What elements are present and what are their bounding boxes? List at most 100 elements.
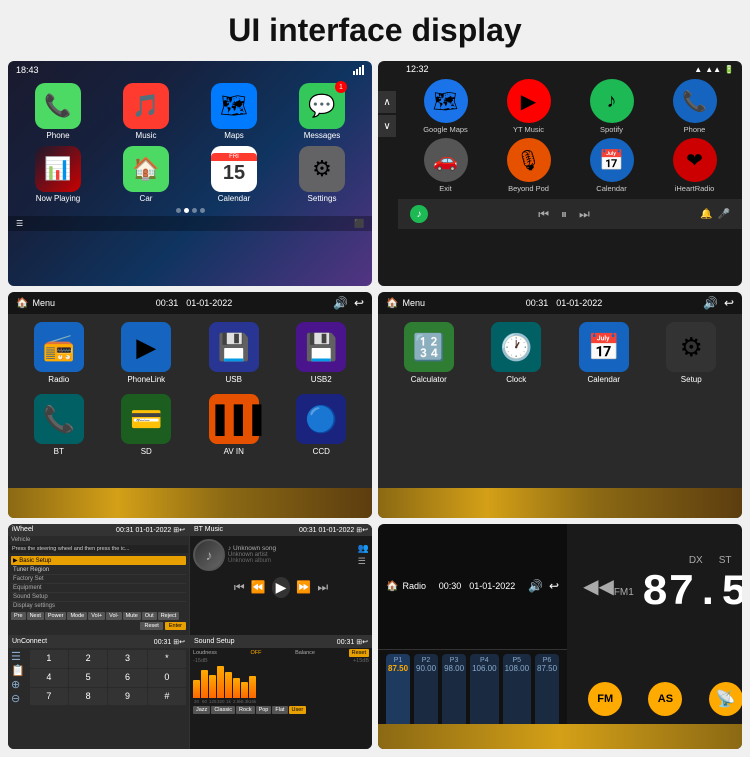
enter-b[interactable]: Enter: [165, 622, 186, 630]
volup-b[interactable]: Vol+: [88, 612, 105, 620]
bt-s-play[interactable]: ▶: [272, 577, 291, 598]
out-b[interactable]: Out: [142, 612, 157, 620]
volume-icon[interactable]: 🔊: [333, 296, 348, 310]
np-7[interactable]: 7: [30, 688, 68, 706]
rej-b[interactable]: Reject: [158, 612, 180, 620]
flat-b[interactable]: Flat: [272, 706, 287, 714]
np-6[interactable]: 6: [108, 669, 146, 687]
mode-b[interactable]: Mode: [67, 612, 87, 620]
bt-s-prev[interactable]: ⏮: [234, 580, 245, 595]
basic-setup[interactable]: ▶ Basic Setup: [11, 556, 186, 565]
menu-item-clock[interactable]: 🕐 Clock: [476, 322, 558, 384]
sound-setup-menu[interactable]: Sound Setup: [11, 593, 186, 602]
np-0[interactable]: 0: [148, 669, 186, 687]
back-icon[interactable]: ↩: [354, 296, 364, 310]
pop-b[interactable]: Pop: [256, 706, 272, 714]
menu-item-usb2[interactable]: 💾 USB2: [281, 322, 363, 384]
menu-item-ccd[interactable]: 🔵 CCD: [281, 394, 363, 456]
preset-p6[interactable]: P6 87.50: [535, 654, 559, 744]
vold-b[interactable]: Vol-: [106, 612, 121, 620]
bt-s-rw[interactable]: ⏪: [251, 580, 266, 594]
menu-item-setup[interactable]: ⚙ Setup: [651, 322, 733, 384]
preset-p4[interactable]: P4 106.00: [470, 654, 498, 744]
equipment[interactable]: Equipment: [11, 584, 186, 593]
bt-s-next[interactable]: ⏭: [317, 580, 328, 595]
jazz-b[interactable]: Jazz: [193, 706, 210, 714]
aa-nav-down[interactable]: ∨: [378, 115, 396, 137]
aa-app-ytmusic[interactable]: ▶ YT Music: [489, 79, 568, 134]
menu-item-radio[interactable]: 📻 Radio: [18, 322, 100, 384]
menu-item-sd[interactable]: 💳 SD: [106, 394, 188, 456]
display-settings[interactable]: Display settings: [11, 602, 186, 610]
np-4[interactable]: 4: [30, 669, 68, 687]
bt-s-ff[interactable]: ⏩: [296, 580, 311, 594]
skip-forward-icon[interactable]: ⏭: [579, 207, 590, 222]
reset-b[interactable]: Reset: [140, 622, 162, 630]
preset-p3[interactable]: P3 98.00: [442, 654, 466, 744]
as-btn[interactable]: AS: [648, 682, 682, 716]
next-b[interactable]: Next: [27, 612, 44, 620]
skip-back-icon[interactable]: ⏮: [538, 207, 549, 222]
factory-set[interactable]: Factory Set: [11, 575, 186, 584]
aa-app-spotify[interactable]: ♪ Spotify: [572, 79, 651, 134]
back-icon-2[interactable]: ↩: [724, 296, 734, 310]
bt-list[interactable]: ☰: [358, 556, 369, 567]
carplay-app-maps[interactable]: 🗺 Maps: [192, 83, 276, 140]
bt-contact[interactable]: 👥: [358, 543, 369, 554]
menu-item-avin[interactable]: ▐▐▐ AV IN: [193, 394, 275, 456]
preset-p1[interactable]: P1 87.50: [386, 654, 410, 744]
pause-icon[interactable]: ⏸: [561, 207, 567, 222]
seek-left-icon[interactable]: ◀◀: [583, 574, 614, 599]
rock-b[interactable]: Rock: [236, 706, 255, 714]
menu-item-calculator[interactable]: 🔢 Calculator: [388, 322, 470, 384]
scan-btn[interactable]: 📡: [709, 682, 742, 716]
preset-p2[interactable]: P2 90.00: [414, 654, 438, 744]
mini-player-bar[interactable]: ☰ ⬛: [8, 216, 372, 231]
np-hash[interactable]: #: [148, 688, 186, 706]
power-b[interactable]: Power: [45, 612, 67, 620]
menu-item-usb[interactable]: 💾 USB: [193, 322, 275, 384]
aa-app-calendar[interactable]: 📅 Calendar: [572, 138, 651, 193]
preset-p5[interactable]: P5 108.00: [503, 654, 531, 744]
np-9[interactable]: 9: [108, 688, 146, 706]
pre-b[interactable]: Pre: [11, 612, 26, 620]
np-2[interactable]: 2: [69, 650, 107, 668]
menu-item-calendar[interactable]: 📅 Calendar: [563, 322, 645, 384]
volume-icon-2[interactable]: 🔊: [703, 296, 718, 310]
carplay-app-music[interactable]: 🎵 Music: [104, 83, 188, 140]
np-star[interactable]: *: [148, 650, 186, 668]
carplay-app-phone[interactable]: 📞 Phone: [16, 83, 100, 140]
aa-app-googlemaps[interactable]: 🗺 Google Maps: [406, 79, 485, 134]
mute-b[interactable]: Mute: [123, 612, 141, 620]
menu-item-phonelink[interactable]: ▶ PhoneLink: [106, 322, 188, 384]
aa-nav-up[interactable]: ∧: [378, 91, 396, 113]
carplay-app-settings[interactable]: ⚙ Settings: [280, 146, 364, 203]
radio-back-icon[interactable]: ↩: [549, 579, 559, 593]
np-1[interactable]: 1: [30, 650, 68, 668]
sound-reset[interactable]: Reset: [349, 649, 369, 657]
fm-btn[interactable]: FM: [588, 682, 622, 716]
radio-volume-icon[interactable]: 🔊: [528, 579, 543, 593]
np-8[interactable]: 8: [69, 688, 107, 706]
user-b[interactable]: User: [289, 706, 307, 714]
aa-play-controls[interactable]: ⏮ ⏸ ⏭: [538, 207, 590, 222]
tuner-region[interactable]: Tuner Region: [11, 566, 186, 575]
carplay-app-car[interactable]: 🏠 Car: [104, 146, 188, 203]
menu-item-bt[interactable]: 📞 BT: [18, 394, 100, 456]
carplay-app-messages[interactable]: 💬 1 Messages: [280, 83, 364, 140]
aa-app-exit[interactable]: 🚗 Exit: [406, 138, 485, 193]
aa-app-beyondpod[interactable]: 🎙 Beyond Pod: [489, 138, 568, 193]
mic-icon[interactable]: 🎤: [718, 209, 730, 220]
bt-sub-controls[interactable]: ⏮ ⏪ ▶ ⏩ ⏭: [190, 574, 372, 601]
classic-b[interactable]: Classic: [211, 706, 235, 714]
aa-app-iheartradio[interactable]: ❤ iHeartRadio: [655, 138, 734, 193]
np-3[interactable]: 3: [108, 650, 146, 668]
carplay-app-nowplaying[interactable]: 📊 Now Playing: [16, 146, 100, 203]
np-5[interactable]: 5: [69, 669, 107, 687]
bell-icon[interactable]: 🔔: [700, 209, 712, 220]
multi-panel-screen: iWheel 00:31 01-01-2022 ⊞↩ Vehicle Press…: [8, 524, 372, 749]
carplay-app-calendar[interactable]: FRI 15 Calendar: [192, 146, 276, 203]
aa-app-phone[interactable]: 📞 Phone: [655, 79, 734, 134]
menu-apps-home: 🏠 Menu: [386, 298, 425, 309]
bt-sub-trackinfo: ♪ Unknown song Unknown artist Unknown al…: [228, 545, 276, 564]
